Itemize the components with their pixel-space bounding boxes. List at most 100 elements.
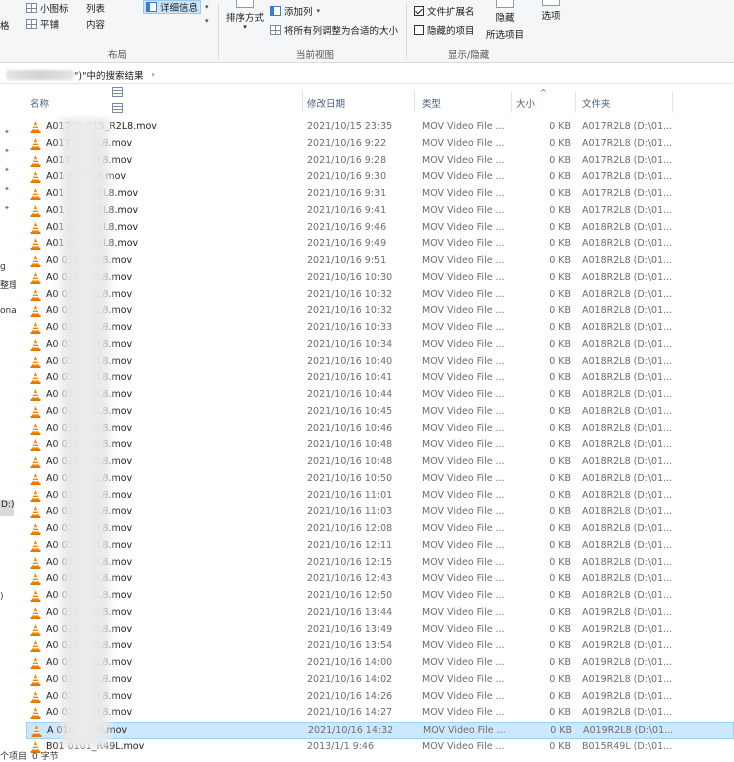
table-row[interactable]: A0 016_R2L8.mov2021/10/16 12:15MOV Video…	[26, 555, 734, 572]
table-row[interactable]: A01 016_R2L8.mov2021/10/16 9:41MOV Video…	[26, 203, 734, 220]
table-row[interactable]: A017C0 015_R2L8.mov2021/10/15 23:35MOV V…	[26, 119, 734, 136]
column-header-size[interactable]: 大小	[516, 96, 535, 110]
nav-item-partial[interactable]: ona	[0, 306, 16, 316]
table-row[interactable]: A0 016_R2L8.mov2021/10/16 10:40MOV Video…	[26, 354, 734, 371]
list-view-button[interactable]: 列表	[86, 1, 123, 97]
hide-selected-button[interactable]: 隐藏 所选项目	[486, 0, 524, 41]
file-size: 0 KB	[549, 372, 571, 384]
table-row[interactable]: A0 016_R2L8.mov2021/10/16 10:41MOV Video…	[26, 370, 734, 387]
file-size: 0 KB	[549, 657, 571, 668]
table-row[interactable]: A0 016_R2L8.mov2021/10/16 10:34MOV Video…	[26, 337, 734, 354]
layout-gallery-more[interactable]: ▾	[204, 14, 209, 28]
vlc-cone-icon	[30, 288, 41, 301]
table-row-selected[interactable]: A 016_R2L8.mov2021/10/16 14:32MOV Video …	[26, 722, 734, 739]
file-size: 0 KB	[549, 238, 571, 250]
file-type: MOV Video File ...	[422, 238, 505, 250]
column-header-date[interactable]: 修改日期	[307, 96, 345, 110]
column-divider[interactable]	[414, 91, 415, 113]
table-row[interactable]: A0 016_R2L8.mov2021/10/16 12:11MOV Video…	[26, 538, 734, 555]
column-divider[interactable]	[511, 91, 512, 113]
breadcrumb-chevron-icon[interactable]: ›	[151, 70, 154, 79]
table-row[interactable]: A0 016_R2L8.mov2021/10/16 12:50MOV Video…	[26, 588, 734, 605]
hidden-items-checkbox[interactable]: 隐藏的项目	[414, 23, 475, 37]
file-size: 0 KB	[549, 389, 571, 400]
size-all-columns-button[interactable]: 将所有列调整为合适的大小	[270, 23, 398, 37]
chevron-down-icon: ▾	[205, 17, 209, 25]
file-size: 0 KB	[549, 623, 571, 635]
vlc-cone-icon	[30, 154, 41, 167]
table-row[interactable]: A0 016_R2L8.mov2021/10/16 13:44MOV Video…	[26, 605, 734, 622]
table-row[interactable]: A0 016_R2L8.mov2021/10/16 10:32MOV Video…	[26, 287, 734, 304]
table-row[interactable]: A0 016_R2L8.mov2021/10/16 11:01MOV Video…	[26, 488, 734, 505]
file-type: MOV Video File ...	[422, 305, 505, 317]
file-date: 2021/10/16 12:11	[307, 539, 393, 551]
pin-icon[interactable]: ✦	[4, 204, 10, 212]
table-row[interactable]: A0 016_R2L8.mov2021/10/16 9:51MOV Video …	[26, 253, 734, 270]
vlc-cone-icon	[30, 171, 41, 184]
small-icons-label: 小图标	[40, 4, 69, 15]
sort-by-button[interactable]: 排序方式 ▾	[226, 0, 264, 31]
table-row[interactable]: A0 016_R2L8.mov2021/10/16 14:00MOV Video…	[26, 655, 734, 672]
column-divider[interactable]	[672, 91, 673, 113]
nav-item-partial[interactable]: )	[0, 592, 16, 602]
table-row[interactable]: A0 016_R2L8.mov2021/10/16 10:48MOV Video…	[26, 454, 734, 471]
pin-icon[interactable]: ✦	[4, 166, 10, 174]
file-size: 0 KB	[549, 137, 571, 149]
table-row[interactable]: A01 6_R2L8.mov2021/10/16 9:30MOV Video F…	[26, 169, 734, 186]
table-row[interactable]: A01 016_R2L8.mov2021/10/16 9:31MOV Video…	[26, 186, 734, 203]
layout-gallery-expand[interactable]: ▾	[204, 0, 209, 14]
add-columns-button[interactable]: 添加列 ▾	[270, 4, 320, 18]
table-row[interactable]: A01 016_R2L8.mov2021/10/16 9:46MOV Video…	[26, 220, 734, 237]
file-folder: A019R2L8 (D:\01...	[582, 673, 673, 685]
file-size: 0 KB	[549, 204, 571, 216]
table-row[interactable]: A0 016_R2L8.mov2021/10/16 14:27MOV Video…	[26, 705, 734, 722]
details-view-button[interactable]: 详细信息	[143, 0, 202, 14]
table-row[interactable]: A0 016_R2L8.mov2021/10/16 13:54MOV Video…	[26, 638, 734, 655]
ribbon: 格 小图标 列表 详细信息 ▾ 平铺 内容 ▾ 布局 排序方式 ▾ 添加列 ▾ …	[0, 0, 734, 113]
table-row[interactable]: A0 016_R2L8.mov2021/10/16 12:43MOV Video…	[26, 571, 734, 588]
nav-item-partial[interactable]: g	[0, 262, 16, 272]
table-row[interactable]: A0 016_R2L8.mov2021/10/16 13:49MOV Video…	[26, 622, 734, 639]
pin-icon[interactable]: ✦	[4, 128, 10, 136]
small-icons-button[interactable]: 小图标	[26, 1, 69, 15]
table-row[interactable]: A0 016_R2L8.mov2021/10/16 10:44MOV Video…	[26, 387, 734, 404]
table-row[interactable]: A017 6_R2L8.mov2021/10/16 9:28MOV Video …	[26, 153, 734, 170]
file-type: MOV Video File ...	[422, 623, 505, 635]
table-row[interactable]: A0 016_R2L8.mov2021/10/16 10:46MOV Video…	[26, 421, 734, 438]
tiles-view-label: 平铺	[40, 20, 60, 31]
show-hide-group-label: 显示/隐藏	[448, 50, 490, 61]
table-row[interactable]: A0 016_R2L8.mov2021/10/16 12:08MOV Video…	[26, 521, 734, 538]
content-view-button[interactable]: 内容	[86, 17, 123, 113]
pin-icon[interactable]: ✦	[4, 147, 10, 155]
table-row[interactable]: A017 6_R2L8.mov2021/10/16 9:22MOV Video …	[26, 136, 734, 153]
address-bar[interactable]: ")"中的搜索结果 ›	[0, 66, 734, 84]
nav-item-selected[interactable]: D:)	[0, 500, 14, 516]
pin-icon[interactable]: ✦	[4, 185, 10, 193]
table-row[interactable]: A0 016_R2L8.mov2021/10/16 10:30MOV Video…	[26, 270, 734, 287]
file-folder: A019R2L8 (D:\01...	[582, 640, 673, 652]
file-type: MOV Video File ...	[422, 690, 505, 702]
vlc-cone-icon	[30, 556, 41, 569]
column-divider[interactable]	[302, 91, 303, 113]
file-extensions-checkbox[interactable]: 文件扩展名	[414, 4, 475, 18]
tiles-view-button[interactable]: 平铺	[26, 17, 59, 31]
file-date: 2021/10/16 10:50	[307, 472, 393, 484]
file-date: 2021/10/16 10:30	[307, 271, 393, 283]
options-button[interactable]: 选项	[536, 0, 566, 22]
file-type: MOV Video File ...	[422, 322, 505, 333]
table-row[interactable]: A0 016_R2L8.mov2021/10/16 10:48MOV Video…	[26, 437, 734, 454]
table-row[interactable]: A0 016_R2L8.mov2021/10/16 14:02MOV Video…	[26, 672, 734, 689]
sort-icon	[236, 0, 254, 8]
table-row[interactable]: A0 016_R2L8.mov2021/10/16 10:45MOV Video…	[26, 404, 734, 421]
table-row[interactable]: A0 016_R2L8.mov2021/10/16 14:26MOV Video…	[26, 689, 734, 706]
nav-item-partial[interactable]: 整理	[0, 278, 16, 291]
column-divider[interactable]	[575, 91, 576, 113]
table-row[interactable]: A01 016_R2L8.mov2021/10/16 9:49MOV Video…	[26, 236, 734, 253]
column-header-name[interactable]: 名称	[30, 96, 49, 110]
column-header-type[interactable]: 类型	[422, 96, 441, 110]
table-row[interactable]: A0 016_R2L8.mov2021/10/16 10:50MOV Video…	[26, 471, 734, 488]
table-row[interactable]: A0 016_R2L8.mov2021/10/16 10:32MOV Video…	[26, 303, 734, 320]
table-row[interactable]: A0 016_R2L8.mov2021/10/16 11:03MOV Video…	[26, 504, 734, 521]
column-header-folder[interactable]: 文件夹	[582, 96, 611, 110]
table-row[interactable]: A0 016_R2L8.mov2021/10/16 10:33MOV Video…	[26, 320, 734, 337]
